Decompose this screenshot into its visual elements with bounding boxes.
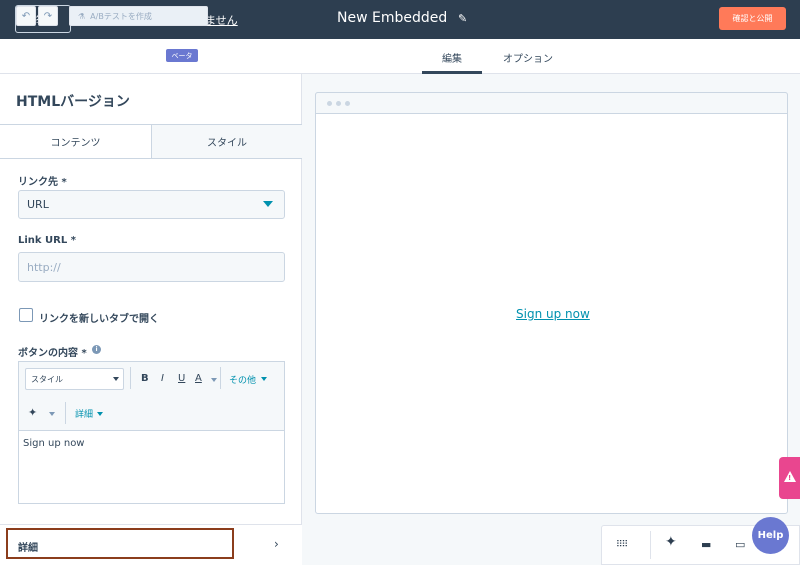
tab-options[interactable]: オプション xyxy=(503,50,553,65)
link-to-select[interactable]: URL xyxy=(18,190,285,219)
caret-down-icon xyxy=(261,377,267,381)
active-tab-indicator xyxy=(422,71,482,74)
caret-down-icon[interactable] xyxy=(49,412,55,416)
new-tab-checkbox[interactable] xyxy=(19,308,33,322)
ai-sparkle-icon[interactable]: ✦ xyxy=(665,534,677,550)
window-dot-icon xyxy=(327,101,332,106)
new-tab-label[interactable]: リンクを新しいタブで開く xyxy=(39,310,159,325)
toolbar-divider xyxy=(220,367,221,389)
button-content-label: ボタンの内容 * xyxy=(18,348,87,359)
signup-link[interactable]: Sign up now xyxy=(516,307,590,321)
info-icon[interactable]: i xyxy=(92,345,101,354)
help-button[interactable]: Help xyxy=(752,517,789,554)
window-dot-icon xyxy=(345,101,350,106)
window-icon[interactable]: ▭ xyxy=(735,538,745,551)
panel-title: HTMLバージョン xyxy=(16,94,130,110)
tab-content[interactable]: コンテンツ xyxy=(0,125,151,158)
link-url-input[interactable] xyxy=(18,252,285,282)
details-label[interactable]: 詳細 xyxy=(18,539,38,554)
chat-icon[interactable]: ▬ xyxy=(701,538,711,551)
style-dropdown[interactable]: スタイル xyxy=(25,368,124,390)
text-color-button[interactable]: A xyxy=(195,373,202,384)
chevron-right-icon[interactable]: › xyxy=(274,537,279,551)
bold-button[interactable]: B xyxy=(141,373,149,384)
tab-edit[interactable]: 編集 xyxy=(442,50,462,65)
more-dropdown[interactable]: その他 xyxy=(229,373,256,386)
caret-down-icon xyxy=(113,377,119,381)
highlight-box xyxy=(6,528,234,559)
caret-down-icon xyxy=(97,412,103,416)
link-url-label: Link URL * xyxy=(18,235,76,246)
warning-mark: ! xyxy=(788,474,792,482)
editor-toolbar xyxy=(0,39,800,74)
underline-button[interactable]: U xyxy=(178,373,185,384)
create-ab-test-button[interactable]: ⚗ A/Bテストを作成 xyxy=(69,6,208,26)
beta-badge: ベータ xyxy=(166,49,198,62)
link-to-label: リンク先 * xyxy=(18,177,67,188)
window-dot-icon xyxy=(336,101,341,106)
undo-icon[interactable]: ↶ xyxy=(16,6,36,26)
toolbar-divider xyxy=(130,367,131,389)
panel-tabs: コンテンツ スタイル xyxy=(0,124,302,159)
caret-down-icon xyxy=(263,201,273,207)
review-publish-button[interactable]: 確認と公開 xyxy=(719,7,786,30)
redo-icon[interactable]: ↷ xyxy=(38,6,58,26)
details-dropdown[interactable]: 詳細 xyxy=(75,407,93,420)
editor-content[interactable]: Sign up now xyxy=(23,438,85,449)
pencil-icon[interactable]: ✎ xyxy=(458,12,467,25)
italic-button[interactable]: I xyxy=(161,373,164,384)
keyboard-icon[interactable]: ⠿⠿ xyxy=(616,540,628,550)
tab-style[interactable]: スタイル xyxy=(151,125,302,158)
email-preview xyxy=(315,92,788,514)
caret-down-icon[interactable] xyxy=(211,378,217,382)
toolbar-divider xyxy=(650,531,651,559)
preview-window-bar xyxy=(315,92,788,114)
document-title: New Embedded xyxy=(337,10,448,26)
flask-icon: ⚗ xyxy=(78,11,86,21)
toolbar-divider xyxy=(65,402,66,424)
ab-test-label: A/Bテストを作成 xyxy=(90,11,152,21)
ai-sparkle-icon[interactable]: ✦ xyxy=(28,406,37,419)
